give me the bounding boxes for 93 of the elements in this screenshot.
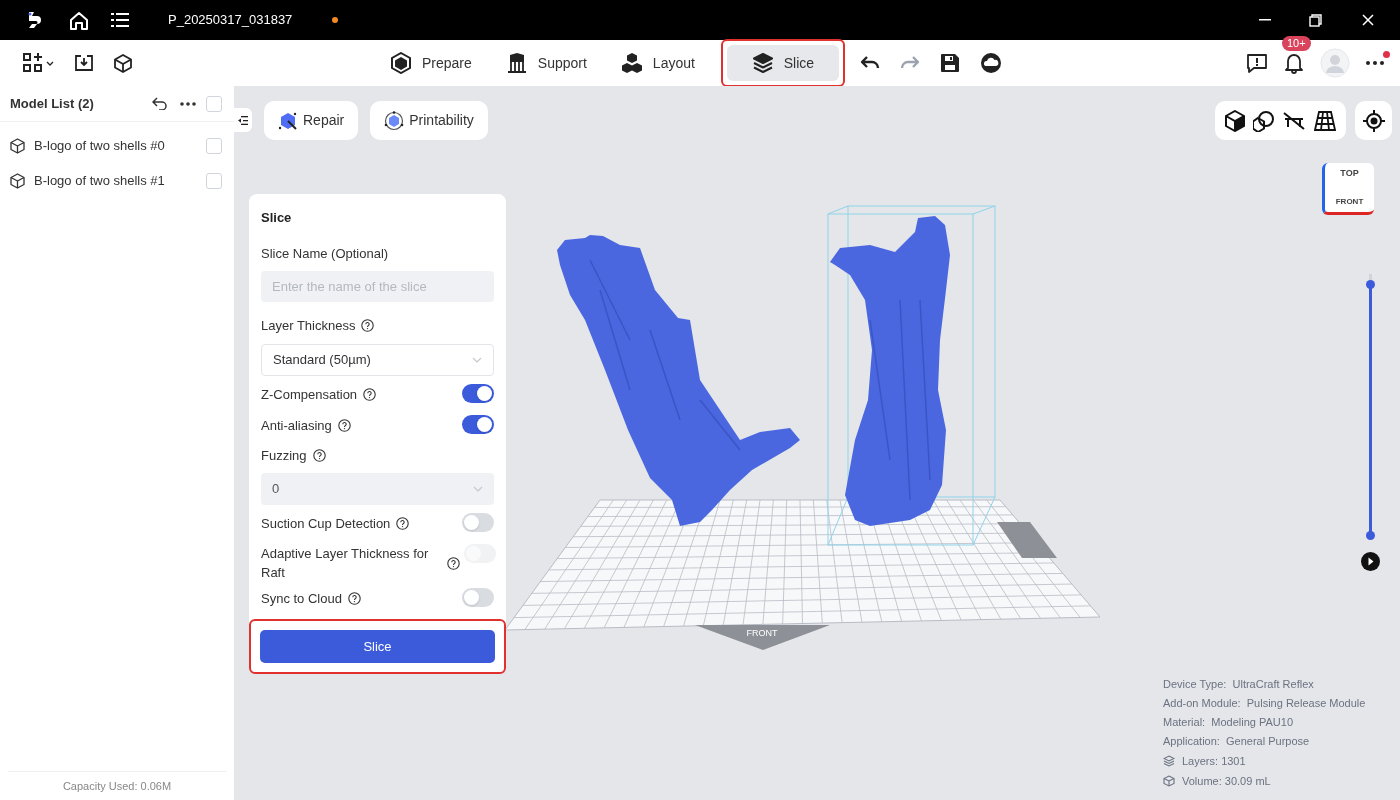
caret-icon xyxy=(46,60,54,66)
home-icon[interactable] xyxy=(69,10,89,30)
volume-icon xyxy=(1163,775,1175,787)
close-icon[interactable] xyxy=(1362,14,1374,26)
help-icon[interactable] xyxy=(337,418,351,432)
collapse-icon xyxy=(238,115,248,125)
feedback-icon[interactable] xyxy=(1246,53,1268,73)
print-info-text: Device Type: UltraCraft Reflex xyxy=(1163,677,1315,692)
print-info-text: Layers: 1301 xyxy=(1182,754,1246,769)
chevron-down-icon xyxy=(473,486,483,492)
help-icon[interactable] xyxy=(396,517,410,531)
overlap-shapes-icon[interactable] xyxy=(1252,109,1275,132)
support-tab-icon xyxy=(505,52,528,74)
help-icon[interactable] xyxy=(312,448,326,462)
field-label: Layer Thickness xyxy=(261,317,356,335)
hidden-plane-icon[interactable] xyxy=(1282,110,1307,131)
model-list-item[interactable]: B-logo of two shells #1 xyxy=(0,163,234,198)
cube-icon xyxy=(10,137,25,154)
capacity-text: Capacity Used: 0.06M xyxy=(62,778,172,794)
toggle-switch[interactable] xyxy=(462,588,494,607)
slice-name-field[interactable]: Enter the name of the slice xyxy=(261,271,494,302)
slice-button[interactable]: Slice xyxy=(260,630,495,663)
prepare-tab-icon xyxy=(390,52,412,74)
cube-face-label: TOP xyxy=(1340,167,1359,180)
import-icon[interactable] xyxy=(74,54,94,72)
print-info-text: Application: General Purpose xyxy=(1163,734,1311,749)
collapse-panel-tab[interactable] xyxy=(234,108,252,132)
field-label: Adaptive Layer Thickness for Raft xyxy=(261,545,430,582)
toolbar-tab[interactable]: Layout xyxy=(610,45,705,81)
toolbar-tab[interactable]: Slice xyxy=(726,45,839,81)
help-icon[interactable] xyxy=(447,556,460,570)
toggle-switch[interactable] xyxy=(462,414,494,434)
toolbar-tab[interactable]: Prepare xyxy=(380,45,482,81)
notification-badge: 10+ xyxy=(1282,36,1311,51)
slider-handle[interactable] xyxy=(1365,280,1375,289)
help-icon[interactable] xyxy=(363,387,377,401)
model-list-item[interactable]: B-logo of two shells #0 xyxy=(0,128,234,163)
add-menu-button[interactable] xyxy=(23,53,54,73)
model-name: B-logo of two shells #1 xyxy=(34,171,166,190)
print-info-text: Volume: 30.09 mL xyxy=(1182,774,1271,789)
plate-front-label: FRONT xyxy=(746,628,778,638)
checkbox[interactable] xyxy=(206,95,222,112)
app-logo-icon xyxy=(26,11,42,29)
layout-tab-icon xyxy=(620,52,643,74)
toggle-switch[interactable] xyxy=(462,383,494,403)
printability-icon xyxy=(384,110,405,131)
save-icon[interactable] xyxy=(940,53,960,73)
cube-icon[interactable] xyxy=(1224,109,1245,132)
add-grid-icon xyxy=(23,53,43,73)
cube-icon[interactable] xyxy=(114,53,132,73)
field-label: Fuzzing xyxy=(261,446,307,465)
toggle-switch[interactable] xyxy=(462,513,494,532)
undo-icon[interactable] xyxy=(860,56,880,70)
field-label: Suction Cup Detection xyxy=(261,515,391,533)
play-icon[interactable] xyxy=(1360,552,1380,571)
print-info-text: Add-on Module: Pulsing Release Module xyxy=(1163,696,1366,711)
help-icon[interactable] xyxy=(347,592,361,606)
side-marker xyxy=(997,522,1057,558)
project-title: P_20250317_031837 xyxy=(168,11,293,30)
toolbar-tab[interactable]: Support xyxy=(495,45,597,81)
field-label: Anti-aliasing xyxy=(261,416,332,435)
locate-button[interactable] xyxy=(1355,101,1392,140)
tool-button[interactable]: Repair xyxy=(264,101,359,140)
slice-tab-icon xyxy=(751,52,774,74)
menu-icon[interactable] xyxy=(111,13,129,27)
tool-button[interactable]: Printability xyxy=(370,101,488,140)
checkbox[interactable] xyxy=(206,172,222,189)
chevron-down-icon xyxy=(472,356,482,363)
layers-icon xyxy=(1163,755,1175,767)
checkbox[interactable] xyxy=(206,137,222,154)
slider-handle[interactable] xyxy=(1365,531,1375,540)
field-label: Sync to Cloud xyxy=(261,590,342,608)
repair-icon xyxy=(278,110,298,131)
cloud-icon[interactable] xyxy=(980,52,1002,74)
model-name: B-logo of two shells #0 xyxy=(34,136,166,155)
panel-title: Model List (2) xyxy=(10,94,95,113)
minimize-icon[interactable] xyxy=(1259,19,1271,21)
panel-title: Slice xyxy=(261,209,293,227)
dropdown[interactable]: Standard (50µm) xyxy=(261,343,494,376)
field-label: Z-Compensation xyxy=(261,385,358,404)
help-icon[interactable] xyxy=(361,319,375,333)
cube-face-label: FRONT xyxy=(1335,196,1364,208)
field-label: Slice Name (Optional) xyxy=(261,244,390,263)
more-icon[interactable] xyxy=(1366,61,1384,65)
bell-icon[interactable] xyxy=(1284,52,1304,74)
target-icon xyxy=(1362,109,1385,132)
view-cube[interactable]: TOP FRONT xyxy=(1322,163,1374,215)
restore-icon[interactable] xyxy=(1309,13,1322,27)
undo-icon[interactable] xyxy=(152,97,168,110)
grid-plane-icon[interactable] xyxy=(1314,110,1337,131)
print-info-text: Material: Modeling PAU10 xyxy=(1163,715,1295,730)
more-icon[interactable] xyxy=(180,101,196,106)
cube-icon xyxy=(10,172,25,189)
